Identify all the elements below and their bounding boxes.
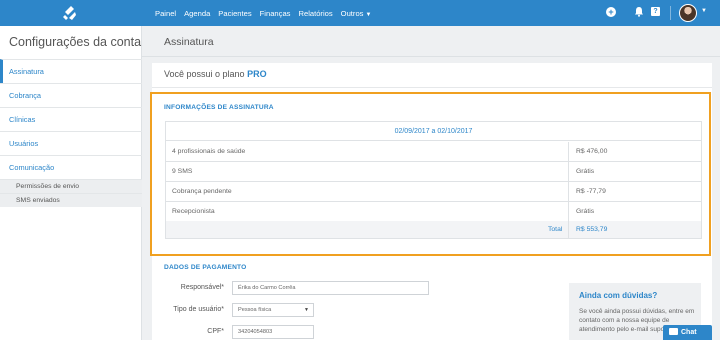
- row-value: R$ -77,79: [568, 182, 701, 201]
- sidebar-item-clinicas[interactable]: Clínicas: [0, 107, 142, 131]
- responsavel-label: Responsável*: [180, 284, 224, 291]
- app-logo-icon[interactable]: [62, 5, 78, 21]
- row-desc: Recepcionista: [172, 208, 215, 215]
- row-desc: Cobrança pendente: [172, 188, 232, 195]
- nav-agenda[interactable]: Agenda: [184, 9, 210, 18]
- table-row: Recepcionista Grátis: [166, 202, 701, 222]
- sidebar-item-cobranca[interactable]: Cobrança: [0, 83, 142, 107]
- divider: [142, 56, 720, 57]
- total-row: Total R$ 553,79: [166, 221, 701, 238]
- nav-outros[interactable]: Outros ▼: [341, 9, 372, 18]
- chat-icon: [669, 328, 678, 335]
- sidebar-subitem-permissoes[interactable]: Permissões de envio: [0, 179, 142, 193]
- sidebar: Configurações da conta Assinatura Cobran…: [0, 26, 142, 340]
- row-desc: 4 profissionais de saúde: [172, 148, 246, 155]
- chevron-down-icon[interactable]: ▼: [701, 8, 707, 14]
- sidebar-item-usuarios[interactable]: Usuários: [0, 131, 142, 155]
- responsavel-input[interactable]: Érika do Carmo Corrêa: [232, 281, 429, 295]
- chat-button[interactable]: Chat: [663, 325, 712, 340]
- help-title: Ainda com dúvidas?: [579, 291, 658, 300]
- tipo-usuario-label: Tipo de usuário*: [173, 306, 224, 313]
- nav-painel[interactable]: Painel: [155, 9, 176, 18]
- chat-label: Chat: [681, 329, 697, 336]
- subscription-table: 02/09/2017 a 02/10/2017 4 profissionais …: [165, 121, 702, 239]
- table-row: Cobrança pendente R$ -77,79: [166, 182, 701, 202]
- chevron-down-icon: ▼: [304, 307, 309, 313]
- cpf-label: CPF*: [207, 328, 224, 335]
- sidebar-item-comunicacao[interactable]: Comunicação: [0, 155, 142, 179]
- cpf-input[interactable]: 34204054803: [232, 325, 314, 339]
- table-row: 4 profissionais de saúde R$ 476,00: [166, 142, 701, 162]
- plus-icon[interactable]: +: [605, 6, 617, 18]
- row-value: Grátis: [568, 162, 701, 181]
- nav-financas[interactable]: Finanças: [260, 9, 291, 18]
- tipo-usuario-select[interactable]: Pessoa física ▼: [232, 303, 314, 317]
- row-desc: 9 SMS: [172, 168, 193, 175]
- avatar[interactable]: [679, 4, 697, 22]
- divider: [152, 87, 712, 88]
- row-value: R$ 476,00: [568, 142, 701, 161]
- row-value: Grátis: [568, 202, 701, 221]
- nav-outros-label: Outros: [340, 8, 364, 18]
- bell-icon[interactable]: [633, 6, 645, 18]
- plan-prefix: Você possui o plano: [164, 69, 245, 79]
- sidebar-title: Configurações da conta: [9, 35, 142, 49]
- divider: [670, 6, 671, 20]
- section-title-subscription: INFORMAÇÕES DE ASSINATURA: [164, 104, 274, 111]
- table-row: 9 SMS Grátis: [166, 162, 701, 182]
- help-icon[interactable]: ?: [650, 6, 662, 18]
- sidebar-subitem-sms[interactable]: SMS enviados: [0, 193, 142, 207]
- total-label: Total: [548, 226, 563, 233]
- sidebar-item-assinatura[interactable]: Assinatura: [0, 59, 142, 83]
- chevron-down-icon: ▼: [365, 11, 372, 18]
- tipo-usuario-value: Pessoa física: [238, 307, 272, 313]
- nav-relatorios[interactable]: Relatórios: [298, 9, 332, 18]
- main-nav: Painel Agenda Pacientes Finanças Relatór…: [155, 0, 379, 26]
- page-title: Assinatura: [164, 36, 214, 48]
- billing-period: 02/09/2017 a 02/10/2017: [166, 122, 701, 141]
- nav-pacientes[interactable]: Pacientes: [218, 9, 251, 18]
- top-navbar: Painel Agenda Pacientes Finanças Relatór…: [0, 0, 720, 26]
- total-value: R$ 553,79: [568, 221, 701, 238]
- plan-name: PRO: [247, 69, 267, 79]
- section-title-payment: DADOS DE PAGAMENTO: [164, 264, 247, 271]
- plan-info: Você possui o plano PRO: [164, 69, 267, 79]
